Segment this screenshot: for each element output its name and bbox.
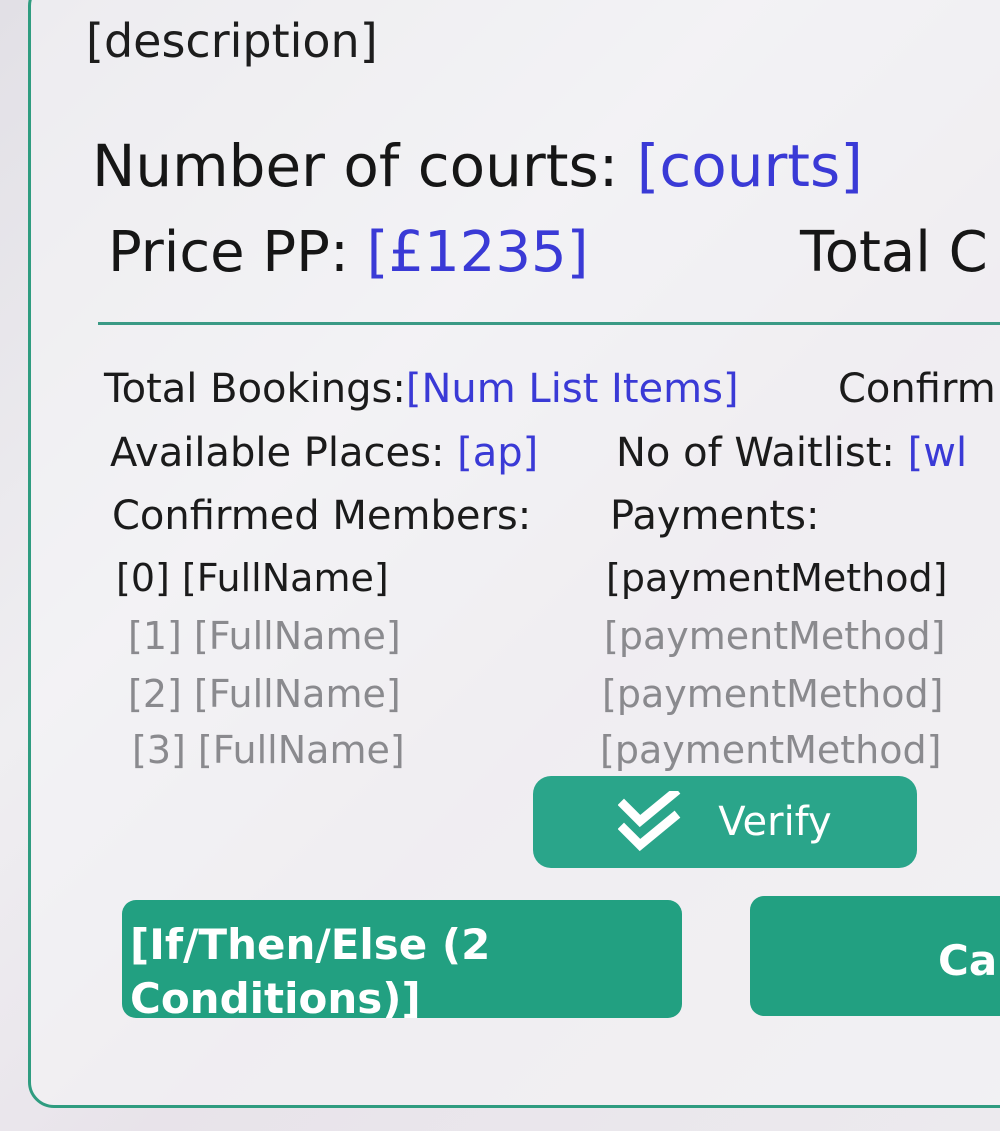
member-index: [1] <box>128 614 182 658</box>
payments-heading: Payments: <box>610 493 820 539</box>
member-payment: [paymentMethod] <box>602 672 944 716</box>
confirmed-members-heading: Confirmed Members: <box>112 493 532 539</box>
courts-label: Number of courts: <box>92 132 619 200</box>
verify-button[interactable]: Verify <box>533 776 917 868</box>
condition-button-label: [If/Then/Else (2 Conditions)] <box>130 920 491 1018</box>
total-bookings-line: Total Bookings:[Num List Items] <box>104 366 739 412</box>
condition-button[interactable]: [If/Then/Else (2 Conditions)] <box>122 900 682 1018</box>
description-text: [description] <box>86 14 378 68</box>
member-index: [3] <box>132 728 186 772</box>
member-index: [2] <box>128 672 182 716</box>
double-check-icon <box>618 791 681 852</box>
member-name: [FullName] <box>193 672 401 716</box>
price-line: Price PP: [£1235] <box>108 220 588 285</box>
member-payment: [paymentMethod] <box>604 614 946 658</box>
member-payment: [paymentMethod] <box>606 556 948 600</box>
price-value: [£1235] <box>366 220 589 285</box>
member-payment: [paymentMethod] <box>600 728 942 772</box>
member-row: [1] [FullName] <box>128 614 401 658</box>
available-places-value: [ap] <box>457 430 539 476</box>
verify-button-label: Verify <box>718 799 832 845</box>
waitlist-value: [wl <box>907 430 968 476</box>
total-cost-label: Total C <box>800 220 988 285</box>
member-index: [0] <box>116 556 170 600</box>
total-bookings-value: [Num List Items] <box>405 366 739 412</box>
total-bookings-label: Total Bookings: <box>104 366 406 412</box>
available-places-label: Available Places: <box>110 430 445 476</box>
waitlist-line: No of Waitlist: [wl <box>616 430 967 476</box>
second-action-button[interactable]: Ca <box>750 896 1000 1016</box>
waitlist-label: No of Waitlist: <box>616 430 895 476</box>
available-places-line: Available Places: [ap] <box>110 430 538 476</box>
member-row: [0] [FullName] <box>116 556 389 600</box>
second-action-label: Ca <box>938 936 998 985</box>
courts-line: Number of courts: [courts] <box>92 132 863 200</box>
price-label: Price PP: <box>108 220 349 285</box>
member-row: [2] [FullName] <box>128 672 401 716</box>
member-name: [FullName] <box>193 614 401 658</box>
member-row: [3] [FullName] <box>132 728 405 772</box>
member-name: [FullName] <box>181 556 389 600</box>
courts-value: [courts] <box>636 132 863 200</box>
screen: [description] Number of courts: [courts]… <box>0 0 1000 1131</box>
member-name: [FullName] <box>197 728 405 772</box>
confirm-label: Confirm <box>838 366 996 412</box>
section-divider <box>98 322 1000 325</box>
